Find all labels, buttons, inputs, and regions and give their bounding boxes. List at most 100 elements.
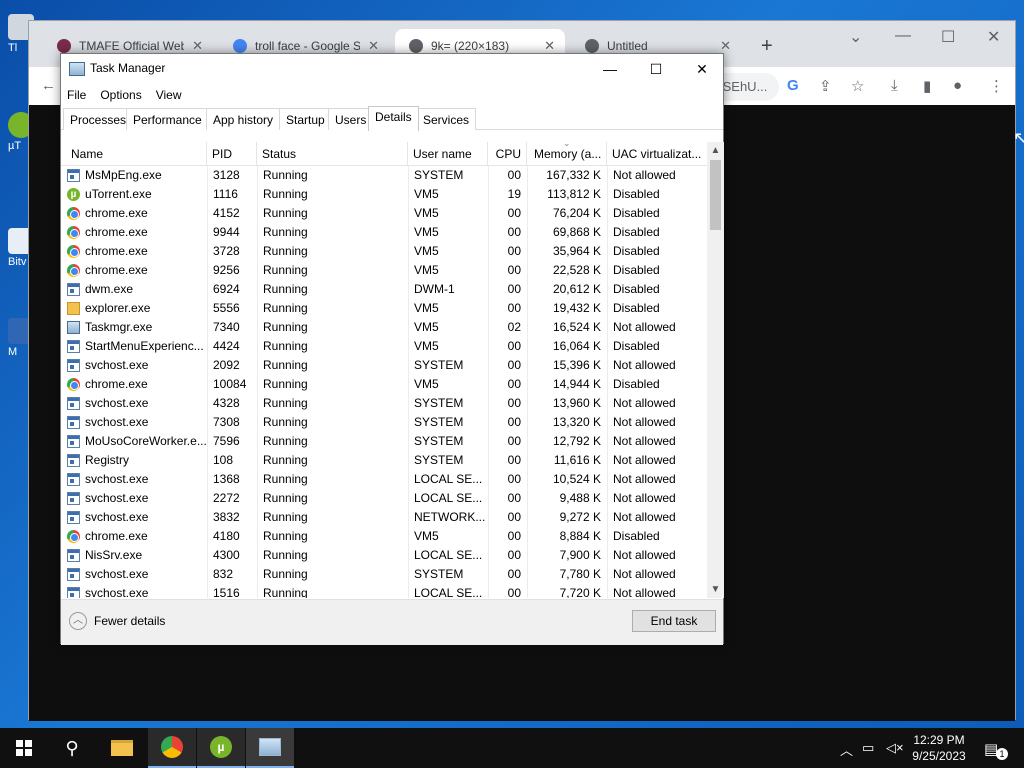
chevron-up-icon[interactable]: ︿ <box>69 612 87 630</box>
taskbar-chrome[interactable] <box>148 728 196 768</box>
volume-muted-icon[interactable]: ◁× <box>886 740 904 756</box>
cell-uac: Not allowed <box>613 491 676 505</box>
table-row[interactable]: svchost.exe 1368 Running LOCAL SE... 00 10,52… <box>61 470 707 489</box>
table-row[interactable]: chrome.exe 4180 Running VM5 00 8,884 K Disable… <box>61 527 707 546</box>
tab-services[interactable]: Services <box>416 108 477 130</box>
vertical-scrollbar[interactable]: ▲ ▼ <box>707 142 724 598</box>
close-button[interactable]: ✕ <box>679 54 725 84</box>
table-row[interactable]: chrome.exe 4152 Running VM5 00 76,204 K Disabl… <box>61 204 707 223</box>
folder-icon <box>111 740 133 756</box>
cell-status: Running <box>263 529 308 543</box>
tmafe-favicon-icon <box>57 39 71 53</box>
cell-status: Running <box>263 377 308 391</box>
table-row[interactable]: svchost.exe 7308 Running SYSTEM 00 13,320 K No… <box>61 413 707 432</box>
tab-details[interactable]: Details <box>368 106 419 131</box>
show-hidden-icons-chevron-icon[interactable]: ︿ <box>840 740 853 759</box>
column-header-uac[interactable]: UAC virtualizat... <box>607 142 707 166</box>
table-row[interactable]: chrome.exe 9944 Running VM5 00 69,868 K Disabl… <box>61 223 707 242</box>
table-row[interactable]: NisSrv.exe 4300 Running LOCAL SE... 00 7,900 … <box>61 546 707 565</box>
cell-pid: 4300 <box>213 548 240 562</box>
search-button[interactable]: ⚲ <box>48 728 96 768</box>
scroll-up-arrow-icon[interactable]: ▲ <box>707 142 724 159</box>
table-row[interactable]: chrome.exe 9256 Running VM5 00 22,528 K Disabl… <box>61 261 707 280</box>
cell-pid: 4180 <box>213 529 240 543</box>
table-row[interactable]: µ uTorrent.exe 1116 Running VM5 19 113,812 K Di… <box>61 185 707 204</box>
tab-users[interactable]: Users <box>328 108 374 130</box>
more-menu-icon[interactable]: ⋮ <box>989 77 1004 95</box>
cell-cpu: 00 <box>507 548 521 562</box>
new-tab-button[interactable]: + <box>761 35 773 58</box>
taskbar-task-manager[interactable] <box>246 728 294 768</box>
close-icon[interactable]: ✕ <box>192 38 203 54</box>
table-row[interactable]: chrome.exe 3728 Running VM5 00 35,964 K Disabl… <box>61 242 707 261</box>
cell-user: LOCAL SE... <box>414 491 483 505</box>
table-row[interactable]: MsMpEng.exe 3128 Running SYSTEM 00 167,332 K N… <box>61 166 707 185</box>
minimize-icon[interactable]: — <box>895 27 911 45</box>
table-row[interactable]: svchost.exe 3832 Running NETWORK... 00 9,272 … <box>61 508 707 527</box>
menu-view[interactable]: View <box>156 88 182 102</box>
clock-date: 9/25/2023 <box>912 749 966 763</box>
table-row[interactable]: Taskmgr.exe 7340 Running VM5 02 16,524 K Not a… <box>61 318 707 337</box>
end-task-button[interactable]: End task <box>632 610 716 632</box>
task-manager-titlebar[interactable]: Task Manager — ☐ ✕ <box>61 54 723 84</box>
table-row[interactable]: svchost.exe 4328 Running SYSTEM 00 13,960 K No… <box>61 394 707 413</box>
globe-icon <box>409 39 423 53</box>
table-row[interactable]: svchost.exe 832 Running SYSTEM 00 7,780 K Not … <box>61 565 707 584</box>
system-clock[interactable]: 12:29 PM 9/25/2023 <box>908 732 970 764</box>
menu-file[interactable]: File <box>67 88 86 102</box>
start-button[interactable] <box>0 728 48 768</box>
maximize-button[interactable]: ☐ <box>633 54 679 84</box>
tab-app-history[interactable]: App history <box>206 108 281 130</box>
bookmark-star-icon[interactable]: ☆ <box>851 77 864 95</box>
close-icon[interactable]: ✕ <box>544 38 555 54</box>
table-row[interactable]: MoUsoCoreWorker.e... 7596 Running SYSTEM 00 1… <box>61 432 707 451</box>
tab-search-icon[interactable]: ⌄ <box>849 27 862 47</box>
close-icon[interactable]: ✕ <box>987 27 1000 47</box>
cell-name: svchost.exe <box>85 415 149 429</box>
column-header-name[interactable]: Name <box>61 142 207 166</box>
cell-status: Running <box>263 548 308 562</box>
table-row[interactable]: explorer.exe 5556 Running VM5 00 19,432 K Disa… <box>61 299 707 318</box>
table-row[interactable]: svchost.exe 2092 Running SYSTEM 00 15,396 K No… <box>61 356 707 375</box>
fewer-details-link[interactable]: Fewer details <box>94 614 165 628</box>
mouse-cursor-icon: ↖ <box>1013 128 1024 148</box>
google-lens-icon[interactable]: G <box>787 77 799 94</box>
cell-uac: Not allowed <box>613 586 676 598</box>
download-icon[interactable]: ⤓ <box>891 77 898 94</box>
table-row[interactable]: svchost.exe 1516 Running LOCAL SE... 00 7,720… <box>61 584 707 598</box>
table-row[interactable]: StartMenuExperienc... 4424 Running VM5 00 16,… <box>61 337 707 356</box>
table-row[interactable]: dwm.exe 6924 Running DWM-1 00 20,612 K Disable… <box>61 280 707 299</box>
taskbar-file-explorer[interactable] <box>98 728 146 768</box>
scroll-down-arrow-icon[interactable]: ▼ <box>707 581 724 598</box>
cell-uac: Disabled <box>613 529 660 543</box>
column-header-cpu[interactable]: CPU <box>488 142 527 166</box>
minimize-button[interactable]: — <box>587 54 633 84</box>
cell-uac: Not allowed <box>613 396 676 410</box>
tab-startup[interactable]: Startup <box>279 108 332 130</box>
cell-uac: Not allowed <box>613 510 676 524</box>
tab-processes[interactable]: Processes <box>63 108 134 130</box>
share-icon[interactable]: ⇪ <box>819 77 832 95</box>
table-row[interactable]: chrome.exe 10084 Running VM5 00 14,944 K Disab… <box>61 375 707 394</box>
column-header-pid[interactable]: PID <box>207 142 257 166</box>
table-row[interactable]: svchost.exe 2272 Running LOCAL SE... 00 9,488… <box>61 489 707 508</box>
cell-name: explorer.exe <box>85 301 151 315</box>
cell-pid: 3728 <box>213 244 240 258</box>
cell-cpu: 02 <box>507 320 521 334</box>
table-row[interactable]: Registry 108 Running SYSTEM 00 11,616 K Not al… <box>61 451 707 470</box>
profile-avatar-icon[interactable]: ● <box>953 77 962 94</box>
network-icon[interactable]: ▭ <box>862 740 874 756</box>
taskbar-utorrent[interactable]: µ <box>197 728 245 768</box>
column-header-user-name[interactable]: User name <box>408 142 488 166</box>
maximize-icon[interactable]: ☐ <box>941 27 955 47</box>
menu-options[interactable]: Options <box>100 88 141 102</box>
cell-status: Running <box>263 510 308 524</box>
tab-performance[interactable]: Performance <box>126 108 209 130</box>
cell-status: Running <box>263 491 308 505</box>
scroll-thumb[interactable] <box>710 160 721 230</box>
column-header-status[interactable]: Status <box>257 142 408 166</box>
side-panel-icon[interactable]: ▮ <box>923 77 931 95</box>
close-icon[interactable]: ✕ <box>368 38 379 54</box>
close-icon[interactable]: ✕ <box>720 38 731 54</box>
back-arrow-icon[interactable]: ← <box>41 77 56 94</box>
